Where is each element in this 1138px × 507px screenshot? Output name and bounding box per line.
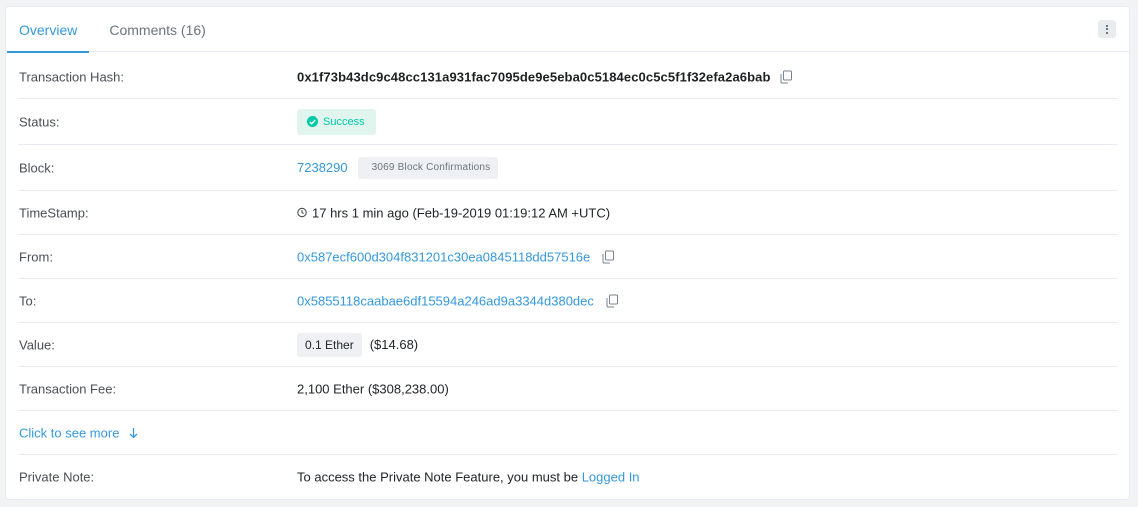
copy-icon[interactable]: [602, 250, 615, 263]
block-label: Block:: [19, 160, 55, 175]
to-address-link[interactable]: 0x5855118caabae6df15594a246ad9a3344d380d…: [297, 293, 594, 308]
private-note-label: Private Note:: [19, 469, 95, 485]
copy-icon[interactable]: [780, 70, 792, 83]
login-link[interactable]: Logged In: [582, 470, 640, 485]
tab-comments[interactable]: Comments (16): [97, 7, 217, 52]
row-see-more: Click to see more: [18, 411, 1117, 455]
row-transaction-fee: Transaction Fee: 2,100 Ether ($308,238.0…: [18, 367, 1117, 411]
see-more-text: Click to see more: [19, 425, 120, 440]
timestamp-value: 17 hrs 1 min ago (Feb-19-2019 01:19:12 A…: [312, 205, 611, 220]
row-to: To: 0x5855118caabae6df15594a246ad9a3344d…: [18, 279, 1117, 323]
transaction-fee-value: 2,100 Ether ($308,238.00): [297, 381, 449, 396]
timestamp-label: TimeStamp:: [19, 205, 89, 220]
row-from: From: 0x587ecf600d304f831201c30ea0845118…: [18, 235, 1117, 279]
transaction-card: Overview Comments (16) Transaction Hash:…: [5, 6, 1130, 500]
to-label: To:: [19, 293, 37, 308]
block-confirmations-badge: 3069 Block Confirmations: [357, 156, 499, 179]
transaction-hash-label: Transaction Hash:: [19, 69, 125, 84]
from-address-link[interactable]: 0x587ecf600d304f831201c30ea0845118dd5751…: [297, 249, 590, 264]
see-more-link[interactable]: Click to see more: [19, 425, 138, 440]
value-usd: ($14.68): [369, 337, 419, 352]
value-label: Value:: [19, 337, 55, 352]
transaction-fee-label: Transaction Fee:: [19, 381, 117, 396]
row-block: Block: 7238290 3069 Block Confirmations: [18, 145, 1117, 191]
check-circle-icon: [307, 116, 318, 127]
row-value: Value: 0.1 Ether ($14.68): [18, 323, 1117, 367]
from-label: From:: [19, 249, 53, 264]
row-timestamp: TimeStamp: 17 hrs 1 min ago (Feb-19-2019…: [18, 191, 1117, 235]
status-text: Success: [323, 115, 365, 128]
copy-icon[interactable]: [606, 294, 618, 307]
transaction-details: Transaction Hash: 0x1f73b43dc9c48cc131a9…: [18, 55, 1117, 499]
row-transaction-hash: Transaction Hash: 0x1f73b43dc9c48cc131a9…: [18, 55, 1117, 99]
row-private-note: Private Note: To access the Private Note…: [18, 455, 1117, 499]
clock-icon: [297, 207, 307, 218]
tab-overview[interactable]: Overview: [7, 7, 90, 53]
tab-bar: Overview Comments (16): [6, 7, 1129, 53]
private-note-text: To access the Private Note Feature, you …: [297, 469, 582, 485]
transaction-hash-value: 0x1f73b43dc9c48cc131a931fac7095de9e5eba0…: [297, 69, 771, 84]
block-number-link[interactable]: 7238290: [297, 160, 348, 175]
more-vertical-icon: [1106, 24, 1108, 34]
ether-amount-badge: 0.1 Ether: [297, 332, 362, 357]
more-options-button[interactable]: [1098, 20, 1116, 38]
status-label: Status:: [19, 114, 60, 129]
arrow-down-icon: [129, 427, 138, 438]
row-status: Status: Success: [18, 99, 1117, 145]
status-badge: Success: [297, 108, 376, 135]
